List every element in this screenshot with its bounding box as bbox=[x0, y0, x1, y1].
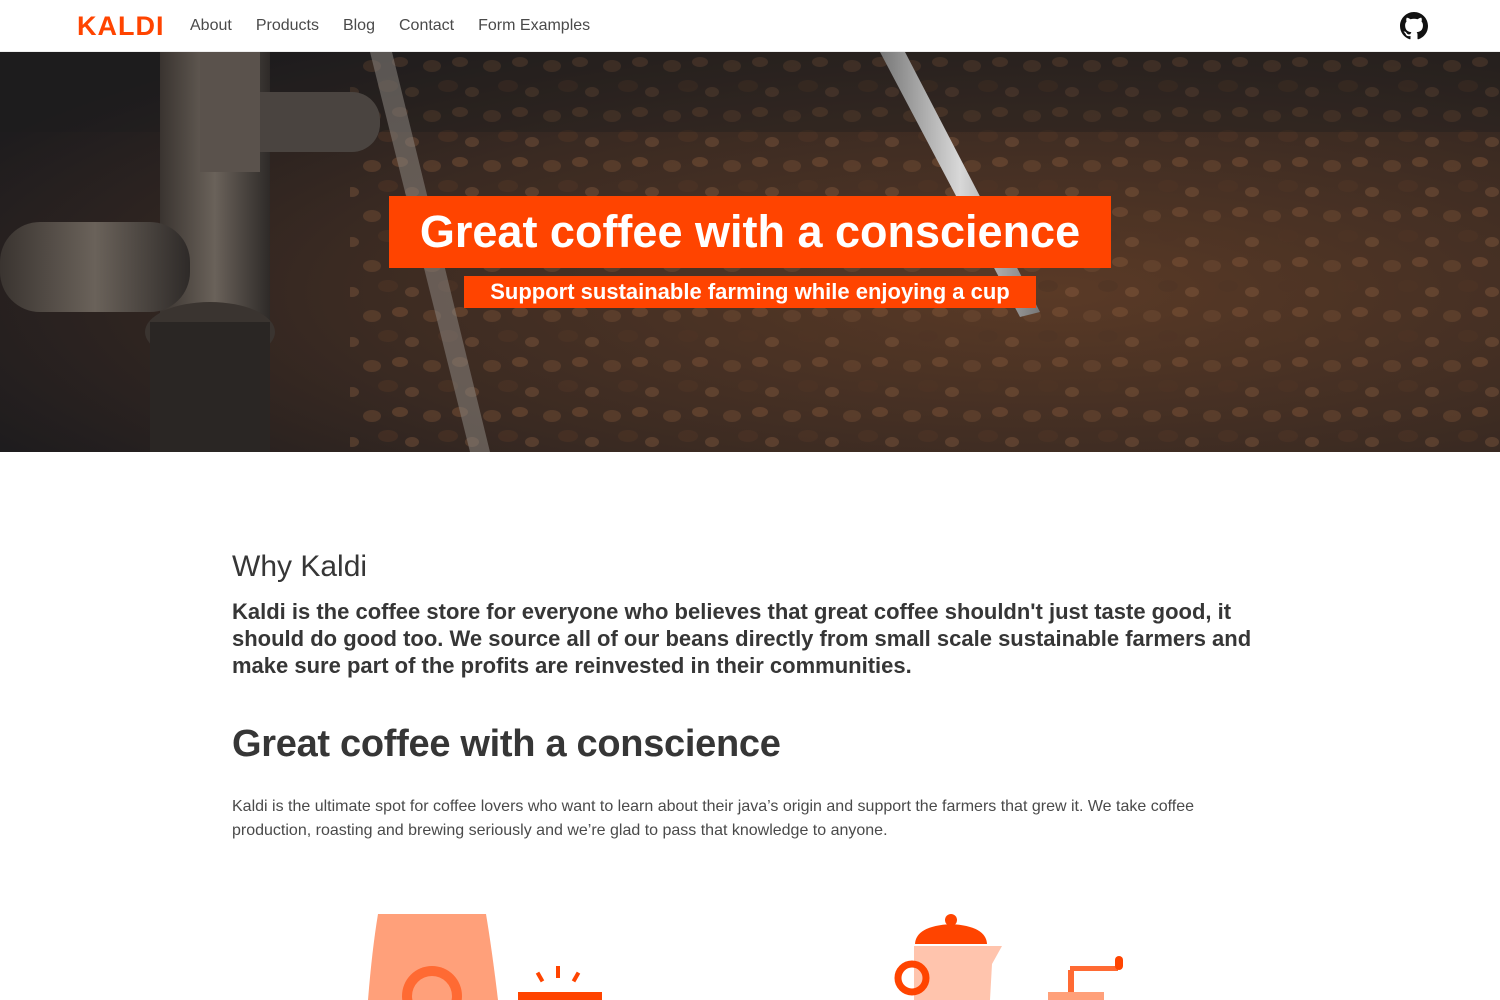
nav-link-form-examples[interactable]: Form Examples bbox=[478, 17, 590, 35]
github-icon[interactable] bbox=[1400, 12, 1428, 40]
coffee-pot-icon bbox=[894, 914, 1002, 1000]
coffee-pot-illustration bbox=[894, 914, 1123, 1000]
grinder-icon bbox=[1048, 956, 1123, 1000]
nav-links: About Products Blog Contact Form Example… bbox=[190, 0, 614, 52]
roaster-icon bbox=[518, 966, 602, 1000]
kaldi-logo[interactable]: KALDI bbox=[77, 11, 165, 41]
conscience-text: Kaldi is the ultimate spot for coffee lo… bbox=[232, 798, 1194, 839]
nav-link-products[interactable]: Products bbox=[256, 17, 319, 35]
hero-banner: Great coffee with a conscience Support s… bbox=[0, 52, 1500, 452]
nav-link-contact[interactable]: Contact bbox=[399, 17, 454, 35]
nav-link-blog[interactable]: Blog bbox=[343, 17, 375, 35]
nav-link-about[interactable]: About bbox=[190, 17, 232, 35]
why-kaldi-text: Kaldi is the coffee store for everyone w… bbox=[232, 599, 1252, 678]
coffee-bag-icon bbox=[368, 914, 498, 1000]
hero-title: Great coffee with a conscience bbox=[389, 196, 1111, 268]
hero-subtitle: Support sustainable farming while enjoyi… bbox=[464, 276, 1036, 308]
conscience-heading: Great coffee with a conscience bbox=[232, 723, 781, 765]
navbar: KALDI About Products Blog Contact Form E… bbox=[0, 0, 1500, 52]
coffee-bag-illustration bbox=[368, 914, 602, 1000]
main-content: Why Kaldi Kaldi is the coffee store for … bbox=[232, 540, 1272, 843]
why-kaldi-heading: Why Kaldi bbox=[232, 550, 368, 583]
